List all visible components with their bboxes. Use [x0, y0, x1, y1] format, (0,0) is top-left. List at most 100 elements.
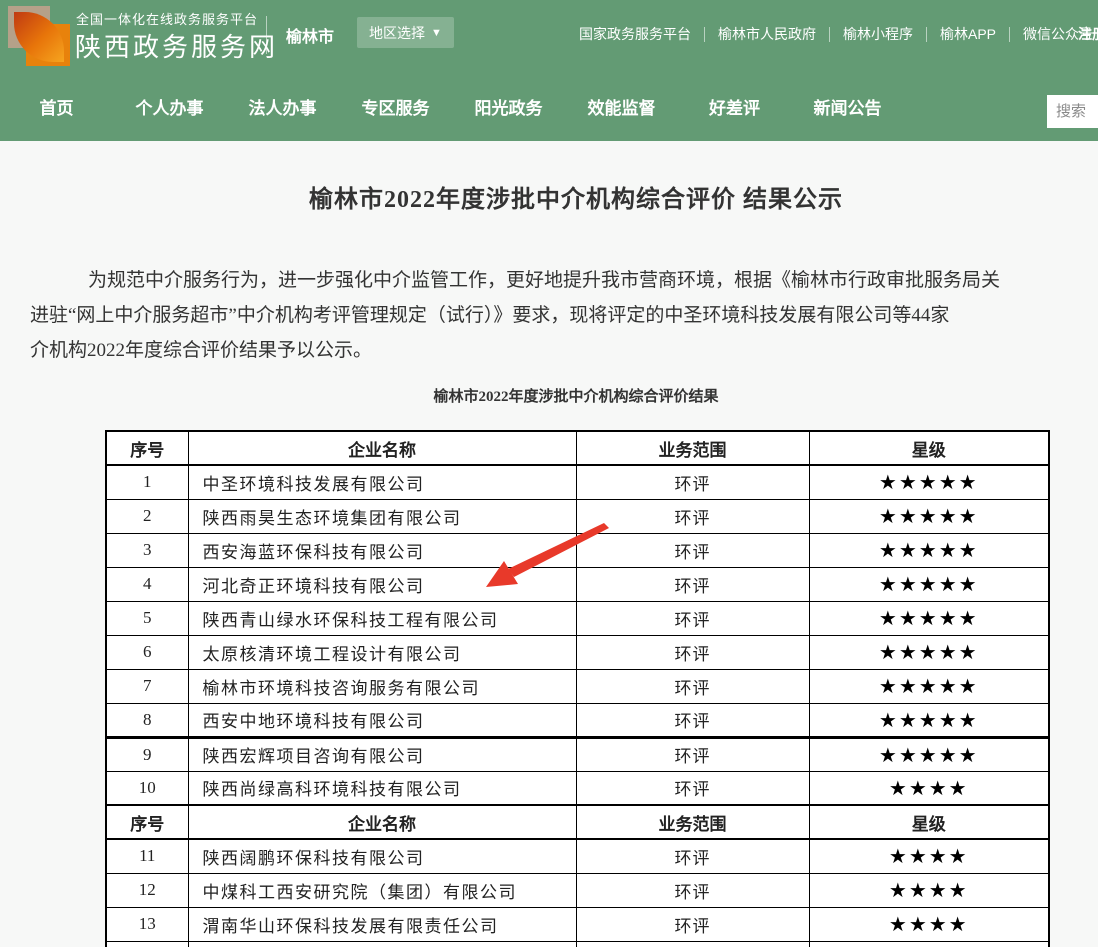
business-scope: 环评 [576, 873, 809, 907]
header-divider [266, 16, 267, 54]
company-name: 西安中地环境科技有限公司 [188, 703, 576, 737]
star-rating: ★★★★★ [809, 499, 1049, 533]
logo-leaf-icon [14, 12, 64, 62]
table-row-partial [106, 941, 1049, 947]
row-number: 3 [106, 533, 188, 567]
row-number: 9 [106, 737, 188, 771]
header-link[interactable]: 榆林小程序 [830, 24, 926, 44]
search-input[interactable] [1047, 95, 1098, 128]
table-row: 4河北奇正环境科技有限公司环评★★★★★ [106, 567, 1049, 601]
nav-item[interactable]: 首页 [0, 94, 113, 119]
row-number: 4 [106, 567, 188, 601]
table-caption: 榆林市2022年度涉批中介机构综合评价结果 [0, 385, 1098, 406]
table-row: 5陕西青山绿水环保科技工程有限公司环评★★★★★ [106, 601, 1049, 635]
nav-item[interactable]: 专区服务 [339, 94, 452, 119]
row-number: 6 [106, 635, 188, 669]
company-name: 渭南华山环保科技发展有限责任公司 [188, 907, 576, 941]
nav-item[interactable]: 个人办事 [113, 94, 226, 119]
table-header-row: 序号企业名称业务范围星级 [106, 431, 1049, 465]
row-number: 7 [106, 669, 188, 703]
row-number: 13 [106, 907, 188, 941]
company-name: 陕西雨昊生态环境集团有限公司 [188, 499, 576, 533]
table-row: 7榆林市环境科技咨询服务有限公司环评★★★★★ [106, 669, 1049, 703]
table-row: 10陕西尚绿高科环境科技有限公司环评★★★★ [106, 771, 1049, 805]
company-name: 太原核清环境工程设计有限公司 [188, 635, 576, 669]
row-number: 1 [106, 465, 188, 499]
row-number: 11 [106, 839, 188, 873]
star-rating: ★★★★★ [809, 669, 1049, 703]
column-header: 序号 [106, 805, 188, 839]
table-row: 1中圣环境科技发展有限公司环评★★★★★ [106, 465, 1049, 499]
column-header: 星级 [809, 805, 1049, 839]
paragraph-line: 介机构2022年度综合评价结果予以公示。 [30, 333, 1098, 368]
company-name: 陕西青山绿水环保科技工程有限公司 [188, 601, 576, 635]
star-rating: ★★★★ [809, 839, 1049, 873]
page-canvas: 全国一体化在线政务服务平台 陕西政务服务网 榆林市 地区选择 ▼ 国家政务服务平… [0, 0, 1098, 947]
business-scope: 环评 [576, 499, 809, 533]
nav-item[interactable]: 法人办事 [226, 94, 339, 119]
star-rating: ★★★★ [809, 771, 1049, 805]
paragraph-line: 为规范中介服务行为，进一步强化中介监管工作，更好地提升我市营商环境，根据《榆林市… [30, 263, 1098, 298]
region-selector-button[interactable]: 地区选择 ▼ [357, 17, 454, 48]
star-rating: ★★★★ [809, 907, 1049, 941]
row-number: 5 [106, 601, 188, 635]
article-content: 榆林市2022年度涉批中介机构综合评价 结果公示 为规范中介服务行为，进一步强化… [0, 141, 1098, 947]
business-scope: 环评 [576, 465, 809, 499]
star-rating: ★★★★★ [809, 703, 1049, 737]
nav-item[interactable]: 效能监督 [565, 94, 678, 119]
business-scope: 环评 [576, 635, 809, 669]
table-row: 13渭南华山环保科技发展有限责任公司环评★★★★ [106, 907, 1049, 941]
company-name: 西安海蓝环保科技有限公司 [188, 533, 576, 567]
business-scope: 环评 [576, 907, 809, 941]
business-scope: 环评 [576, 737, 809, 771]
empty-cell [106, 941, 188, 947]
column-header: 星级 [809, 431, 1049, 465]
company-name: 陕西尚绿高科环境科技有限公司 [188, 771, 576, 805]
star-rating: ★★★★★ [809, 567, 1049, 601]
region-selector-label: 地区选择 [369, 23, 425, 43]
empty-cell [188, 941, 576, 947]
results-table-wrap: 序号企业名称业务范围星级1中圣环境科技发展有限公司环评★★★★★2陕西雨昊生态环… [105, 430, 1050, 947]
company-name: 榆林市环境科技咨询服务有限公司 [188, 669, 576, 703]
business-scope: 环评 [576, 703, 809, 737]
results-table: 序号企业名称业务范围星级1中圣环境科技发展有限公司环评★★★★★2陕西雨昊生态环… [105, 430, 1050, 947]
company-name: 陕西宏辉项目咨询有限公司 [188, 737, 576, 771]
company-name: 中圣环境科技发展有限公司 [188, 465, 576, 499]
star-rating: ★★★★★ [809, 465, 1049, 499]
business-scope: 环评 [576, 669, 809, 703]
chevron-down-icon: ▼ [431, 27, 442, 39]
nav-item[interactable]: 阳光政务 [452, 94, 565, 119]
column-header: 序号 [106, 431, 188, 465]
register-link[interactable]: 注册 [1078, 24, 1098, 44]
main-nav: 首页个人办事法人办事专区服务阳光政务效能监督好差评新闻公告 [0, 70, 1098, 141]
page-title: 榆林市2022年度涉批中介机构综合评价 结果公示 [0, 179, 1098, 214]
top-header: 全国一体化在线政务服务平台 陕西政务服务网 榆林市 地区选择 ▼ 国家政务服务平… [0, 0, 1098, 70]
company-name: 陕西阔鹏环保科技有限公司 [188, 839, 576, 873]
nav-item[interactable]: 新闻公告 [791, 94, 904, 119]
header-links: 国家政务服务平台榆林市人民政府榆林小程序榆林APP微信公众号 [566, 24, 1098, 44]
table-row: 6太原核清环境工程设计有限公司环评★★★★★ [106, 635, 1049, 669]
site-name: 陕西政务服务网 [75, 27, 278, 64]
table-row: 2陕西雨昊生态环境集团有限公司环评★★★★★ [106, 499, 1049, 533]
row-number: 12 [106, 873, 188, 907]
business-scope: 环评 [576, 567, 809, 601]
star-rating: ★★★★★ [809, 601, 1049, 635]
table-row: 9陕西宏辉项目咨询有限公司环评★★★★★ [106, 737, 1049, 771]
header-link[interactable]: 榆林市人民政府 [705, 24, 829, 44]
star-rating: ★★★★★ [809, 635, 1049, 669]
table-row: 12中煤科工西安研究院（集团）有限公司环评★★★★ [106, 873, 1049, 907]
announcement-paragraph: 为规范中介服务行为，进一步强化中介监管工作，更好地提升我市营商环境，根据《榆林市… [30, 263, 1098, 368]
header-link[interactable]: 国家政务服务平台 [566, 24, 704, 44]
business-scope: 环评 [576, 839, 809, 873]
table-header-row: 序号企业名称业务范围星级 [106, 805, 1049, 839]
nav-items: 首页个人办事法人办事专区服务阳光政务效能监督好差评新闻公告 [0, 70, 1098, 119]
site-logo[interactable] [8, 4, 70, 66]
row-number: 2 [106, 499, 188, 533]
row-number: 8 [106, 703, 188, 737]
header-link[interactable]: 榆林APP [927, 24, 1009, 44]
star-rating: ★★★★★ [809, 737, 1049, 771]
company-name: 中煤科工西安研究院（集团）有限公司 [188, 873, 576, 907]
star-rating: ★★★★ [809, 873, 1049, 907]
column-header: 业务范围 [576, 805, 809, 839]
nav-item[interactable]: 好差评 [678, 94, 791, 119]
